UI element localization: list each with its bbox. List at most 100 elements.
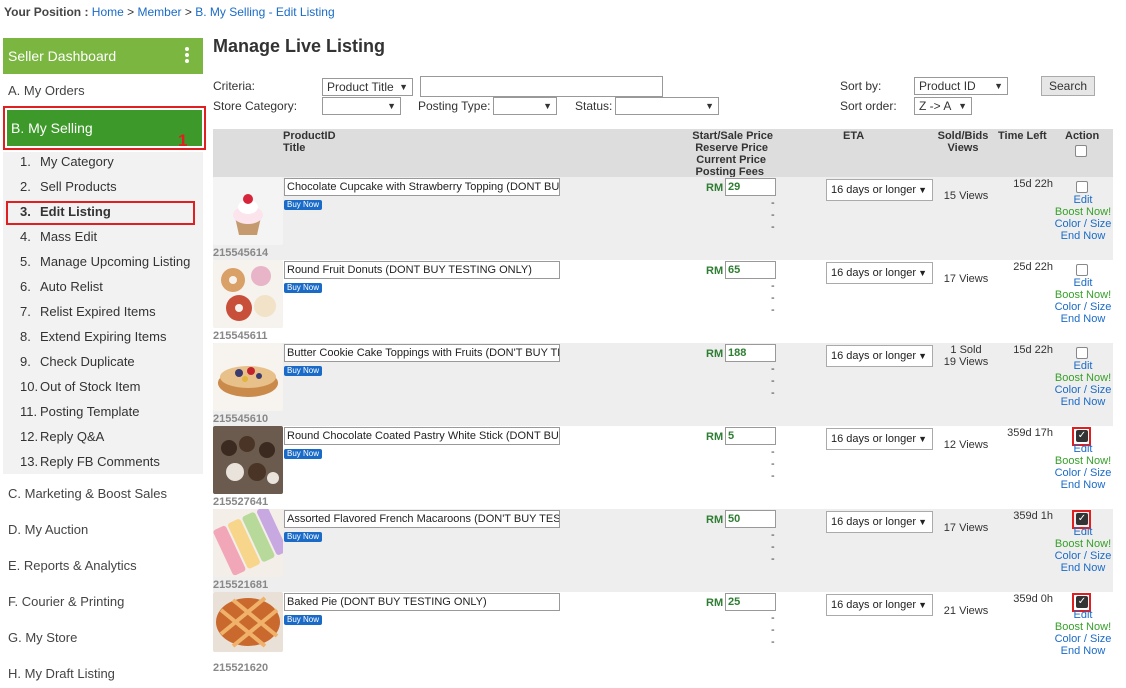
buy-now-badge: Buy Now [284, 615, 323, 625]
edit-link[interactable]: Edit [1049, 526, 1117, 538]
edit-link[interactable]: Edit [1049, 277, 1117, 289]
breadcrumb-home-link[interactable]: Home [92, 5, 124, 19]
sidebar-section-orders[interactable]: A. My Orders [8, 83, 85, 98]
sidebar-section-reports[interactable]: E. Reports & Analytics [8, 558, 137, 573]
sidebar-item-check-duplicate[interactable]: 9. Check Duplicate [20, 354, 135, 369]
header-eta: ETA [843, 130, 865, 142]
breadcrumb-current-link[interactable]: B. My Selling - Edit Listing [195, 5, 334, 19]
sort-order-select[interactable]: Z -> A ▼ [914, 97, 972, 115]
end-now-link[interactable]: End Now [1049, 396, 1117, 408]
current-price: - [771, 209, 775, 221]
boost-now-link[interactable]: Boost Now! [1049, 621, 1117, 633]
more-vertical-icon[interactable] [185, 47, 189, 65]
eta-select[interactable]: 16 days or longer ▼ [826, 262, 933, 284]
sidebar-section-marketing[interactable]: C. Marketing & Boost Sales [8, 486, 167, 501]
breadcrumb-member-link[interactable]: Member [138, 5, 182, 19]
criteria-search-input[interactable] [420, 76, 663, 97]
views-count: 17 Views [943, 273, 989, 285]
select-all-checkbox[interactable] [1075, 145, 1087, 157]
sidebar-item-mass-edit[interactable]: 4. Mass Edit [20, 229, 97, 244]
color-size-link[interactable]: Color / Size [1049, 467, 1117, 479]
product-thumbnail-macaroons[interactable] [213, 509, 283, 577]
status-select[interactable]: ▼ [615, 97, 719, 115]
product-title-input[interactable]: Butter Cookie Cake Toppings with Fruits … [284, 344, 560, 362]
header-action: Action [1065, 130, 1100, 142]
price-input[interactable]: 29 [725, 178, 776, 196]
boost-now-link[interactable]: Boost Now! [1049, 372, 1117, 384]
sidebar-item-out-of-stock[interactable]: 10. Out of Stock Item [20, 379, 140, 394]
sidebar-section-courier[interactable]: F. Courier & Printing [8, 594, 124, 609]
edit-link[interactable]: Edit [1049, 194, 1117, 206]
eta-select[interactable]: 16 days or longer ▼ [826, 179, 933, 201]
row-checkbox-checked[interactable]: ✓ [1076, 513, 1088, 525]
product-thumbnail-pastry[interactable] [213, 426, 283, 494]
eta-select[interactable]: 16 days or longer ▼ [826, 345, 933, 367]
posting-type-select[interactable]: ▼ [493, 97, 557, 115]
row-checkbox-checked[interactable]: ✓ [1076, 596, 1088, 608]
end-now-link[interactable]: End Now [1049, 479, 1117, 491]
price-input[interactable]: 50 [725, 510, 776, 528]
row-checkbox[interactable] [1076, 264, 1088, 276]
criteria-select[interactable]: Product Title ▼ [322, 78, 413, 96]
row-checkbox-checked[interactable]: ✓ [1076, 430, 1088, 442]
product-id: 215521681 [213, 579, 269, 591]
color-size-link[interactable]: Color / Size [1049, 384, 1117, 396]
edit-listing-highlight [6, 201, 195, 225]
product-title-input[interactable]: Chocolate Cupcake with Strawberry Toppin… [284, 178, 560, 196]
boost-now-link[interactable]: Boost Now! [1049, 538, 1117, 550]
buy-now-badge: Buy Now [284, 366, 323, 376]
row-checkbox[interactable] [1076, 347, 1088, 359]
end-now-link[interactable]: End Now [1049, 313, 1117, 325]
end-now-link[interactable]: End Now [1049, 562, 1117, 574]
boost-now-link[interactable]: Boost Now! [1049, 289, 1117, 301]
sidebar-item-reply-qa[interactable]: 12. Reply Q&A [20, 429, 104, 444]
sidebar-item-auto-relist[interactable]: 6. Auto Relist [20, 279, 103, 294]
product-thumbnail-cake[interactable] [213, 343, 283, 411]
end-now-link[interactable]: End Now [1049, 645, 1117, 657]
product-title-input[interactable]: Round Fruit Donuts (DONT BUY TESTING ONL… [284, 261, 560, 279]
eta-select[interactable]: 16 days or longer ▼ [826, 594, 933, 616]
product-thumbnail-pie[interactable] [213, 592, 283, 652]
sidebar-item-relist-expired[interactable]: 7. Relist Expired Items [20, 304, 156, 319]
posting-fees: - [771, 636, 775, 648]
store-category-select[interactable]: ▼ [322, 97, 401, 115]
sidebar-section-auction[interactable]: D. My Auction [8, 522, 88, 537]
sidebar-item-upcoming-listing[interactable]: 5. Manage Upcoming Listing [20, 254, 190, 269]
end-now-link[interactable]: End Now [1049, 230, 1117, 242]
color-size-link[interactable]: Color / Size [1049, 301, 1117, 313]
row-checkbox[interactable] [1076, 181, 1088, 193]
sidebar-item-reply-fb[interactable]: 13. Reply FB Comments [20, 454, 160, 469]
sidebar-item-my-category[interactable]: 1. My Category [20, 154, 114, 169]
boost-now-link[interactable]: Boost Now! [1049, 206, 1117, 218]
sidebar-item-sell-products[interactable]: 2. Sell Products [20, 179, 117, 194]
product-thumbnail-cupcake[interactable] [213, 177, 283, 245]
color-size-link[interactable]: Color / Size [1049, 550, 1117, 562]
edit-link[interactable]: Edit [1049, 609, 1117, 621]
sort-by-select[interactable]: Product ID ▼ [914, 77, 1008, 95]
sidebar-section-selling[interactable]: B. My Selling [7, 110, 202, 146]
color-size-link[interactable]: Color / Size [1049, 633, 1117, 645]
edit-link[interactable]: Edit [1049, 443, 1117, 455]
sort-by-label: Sort by: [840, 79, 882, 93]
sidebar-section-store[interactable]: G. My Store [8, 630, 77, 645]
product-thumbnail-donuts[interactable] [213, 260, 283, 328]
sidebar-item-posting-template[interactable]: 11. Posting Template [20, 404, 140, 419]
eta-select[interactable]: 16 days or longer ▼ [826, 428, 933, 450]
search-button[interactable]: Search [1041, 76, 1095, 96]
product-title-input[interactable]: Assorted Flavored French Macaroons (DON'… [284, 510, 560, 528]
price-input[interactable]: 25 [725, 593, 776, 611]
product-title-input[interactable]: Baked Pie (DONT BUY TESTING ONLY) [284, 593, 560, 611]
sidebar-item-extend-expiring[interactable]: 8. Extend Expiring Items [20, 329, 166, 344]
product-title-input[interactable]: Round Chocolate Coated Pastry White Stic… [284, 427, 560, 445]
price-input[interactable]: 188 [725, 344, 776, 362]
sidebar-section-draft[interactable]: H. My Draft Listing [8, 666, 115, 681]
eta-select[interactable]: 16 days or longer ▼ [826, 511, 933, 533]
currency-label: RM [706, 597, 724, 609]
current-price: - [771, 458, 775, 470]
color-size-link[interactable]: Color / Size [1049, 218, 1117, 230]
price-input[interactable]: 5 [725, 427, 776, 445]
boost-now-link[interactable]: Boost Now! [1049, 455, 1117, 467]
seller-dashboard-header[interactable]: Seller Dashboard [3, 38, 203, 74]
price-input[interactable]: 65 [725, 261, 776, 279]
edit-link[interactable]: Edit [1049, 360, 1117, 372]
